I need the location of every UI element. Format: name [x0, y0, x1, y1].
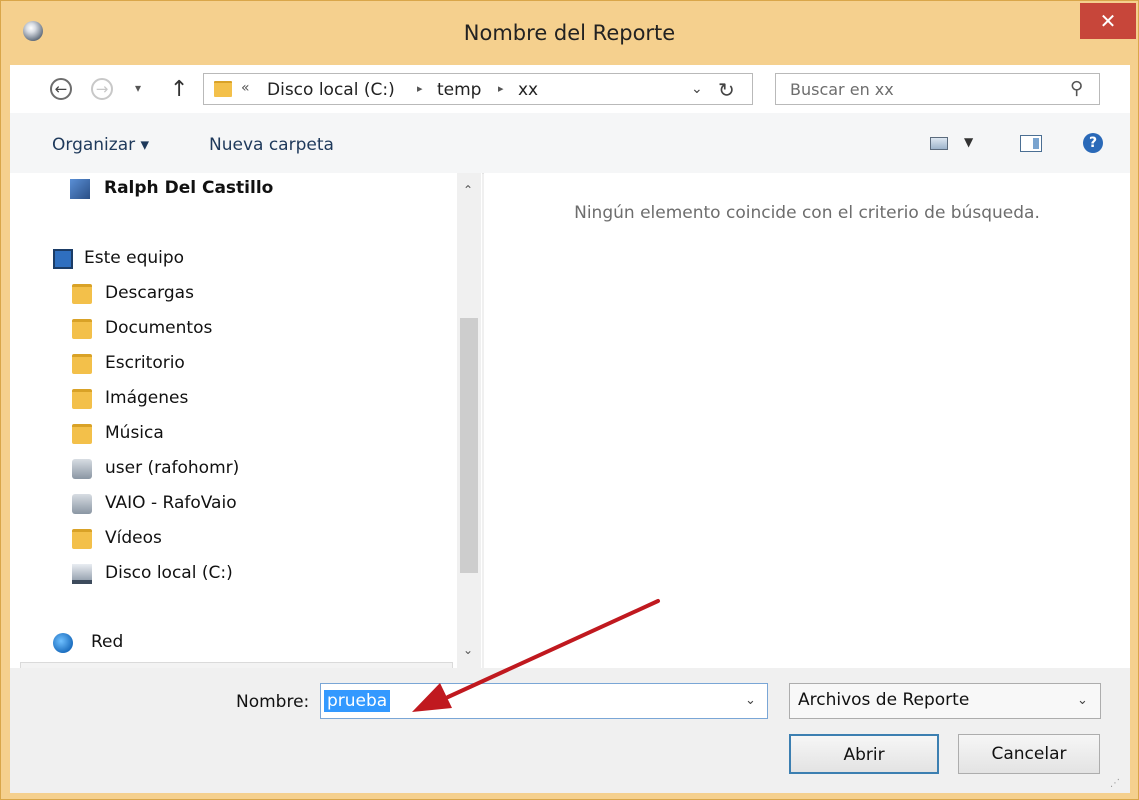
annotation-arrow — [412, 599, 660, 712]
